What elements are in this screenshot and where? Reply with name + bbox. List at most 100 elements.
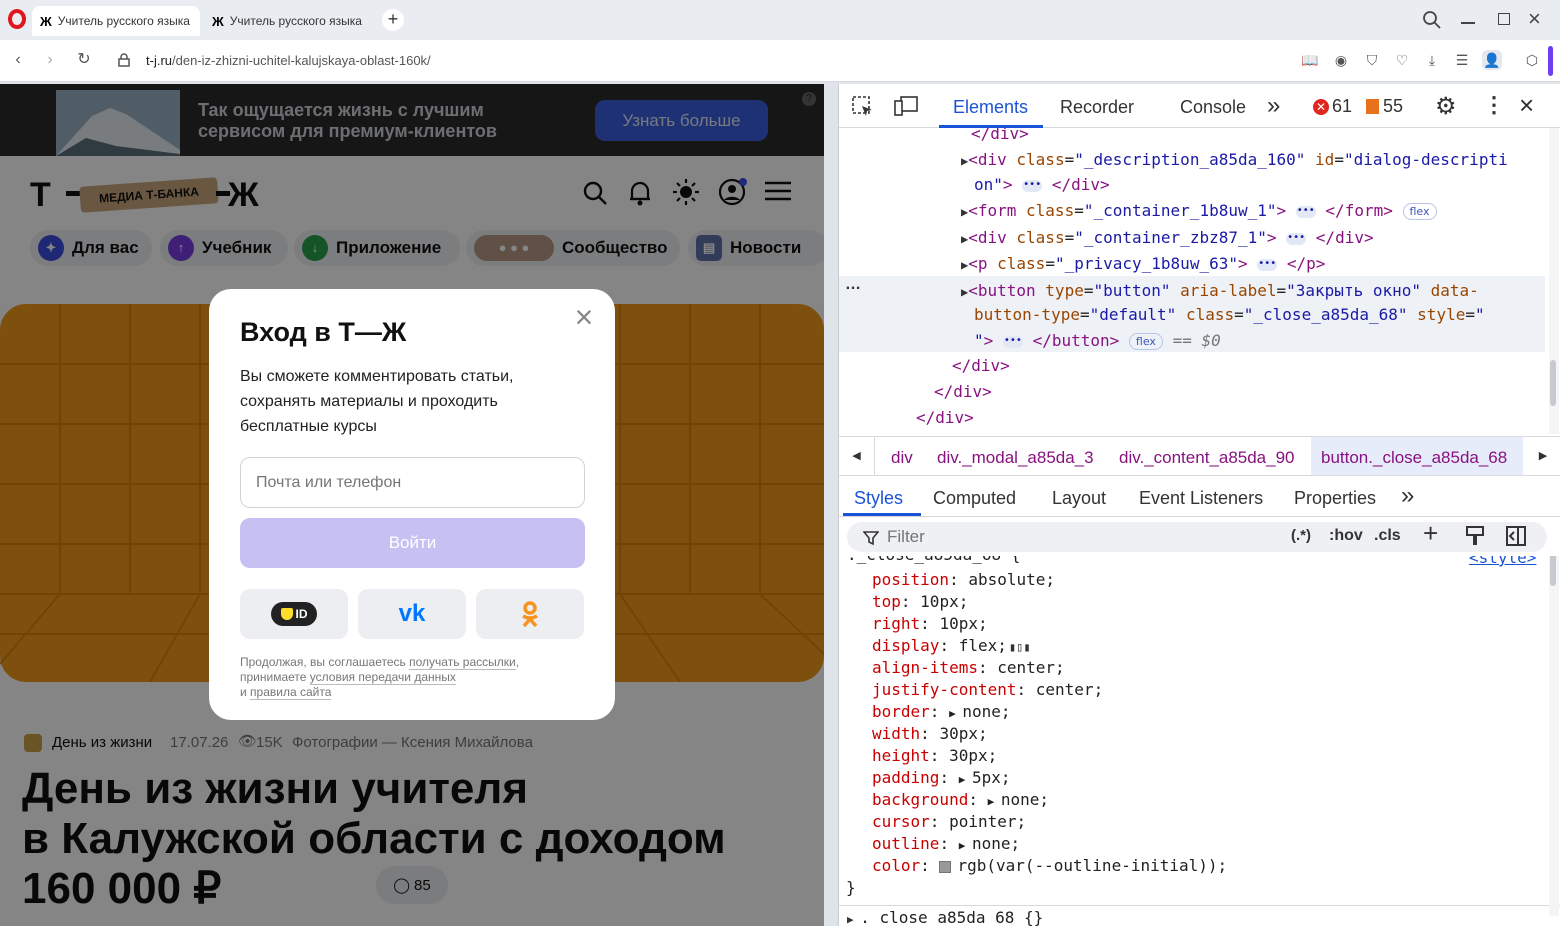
tinkoff-id-button[interactable]: ID (240, 589, 348, 639)
tab-elements[interactable]: Elements (953, 97, 1028, 118)
email-phone-input[interactable] (240, 457, 585, 508)
dom-line[interactable]: ▶<div class="_description_a85da_160" id=… (961, 150, 1508, 169)
css-property-row[interactable]: height: 30px; (872, 746, 997, 765)
collapsed-ellipsis[interactable]: ••• (1286, 232, 1307, 245)
css-property-name[interactable]: align-items (872, 658, 978, 677)
css-property-row[interactable]: outline: ▶ none; (872, 834, 1020, 853)
css-property-row[interactable]: position: absolute; (872, 570, 1055, 589)
dom-line[interactable]: ▶<form class="_container_1b8uw_1"> ••• <… (961, 201, 1437, 220)
inspect-element-icon[interactable] (851, 95, 875, 119)
tab-event-listeners[interactable]: Event Listeners (1139, 488, 1263, 509)
css-property-row[interactable]: top: 10px; (872, 592, 968, 611)
close-devtools-icon[interactable]: × (1519, 90, 1534, 121)
rule-source-link[interactable]: <style> (1469, 556, 1536, 567)
css-property-value[interactable]: pointer; (949, 812, 1026, 831)
css-property-row[interactable]: color: rgb(var(--outline-initial)); (872, 856, 1227, 875)
css-property-value[interactable]: 10px; (920, 592, 968, 611)
css-property-row[interactable]: align-items: center; (872, 658, 1065, 677)
dom-line[interactable]: </div> (952, 356, 1010, 375)
vk-button[interactable]: vk (358, 589, 466, 639)
login-submit-button[interactable]: Войти (240, 518, 585, 568)
tab-recorder[interactable]: Recorder (1060, 97, 1134, 118)
paint-brush-icon[interactable] (1465, 525, 1485, 547)
css-property-row[interactable]: width: 30px; (872, 724, 988, 743)
css-property-value[interactable]: none; (1001, 790, 1049, 809)
css-property-row[interactable]: border: ▶ none; (872, 702, 1010, 721)
css-property-value[interactable]: 30px; (939, 724, 987, 743)
color-swatch-icon[interactable] (939, 860, 952, 873)
device-toolbar-icon[interactable] (893, 95, 919, 117)
css-property-name[interactable]: top (872, 592, 901, 611)
collapsed-ellipsis[interactable]: ••• (1257, 258, 1278, 271)
css-property-value[interactable]: 10px; (939, 614, 987, 633)
easy-setup-icon[interactable]: ☰ (1452, 50, 1472, 70)
css-property-value[interactable]: 5px; (972, 768, 1011, 787)
css-property-row[interactable]: cursor: pointer; (872, 812, 1026, 831)
url-field[interactable]: t-j.ru/den-iz-zhizni-uchitel-kalujskaya-… (146, 53, 431, 68)
tab-inactive[interactable]: Ж Учитель русского языка (204, 6, 372, 36)
css-property-name[interactable]: justify-content (872, 680, 1017, 699)
close-icon[interactable]: × (569, 301, 599, 333)
settings-gear-icon[interactable]: ⚙ (1435, 92, 1457, 121)
breadcrumb-right-arrow[interactable]: ▶ (1525, 437, 1560, 475)
more-style-tabs-button[interactable]: » (1401, 482, 1414, 510)
kebab-menu-icon[interactable]: ⋮ (1483, 92, 1505, 118)
breadcrumb-left-arrow[interactable]: ◀ (839, 437, 875, 475)
warning-count[interactable]: 55 (1366, 96, 1403, 117)
search-tabs-icon[interactable] (1422, 10, 1442, 30)
breadcrumb-item[interactable]: div._content_a85da_90 (1119, 448, 1295, 468)
expand-triangle-icon[interactable]: ▶ (847, 913, 860, 926)
dom-line[interactable]: </div> (916, 408, 974, 427)
close-window-icon[interactable]: × (1528, 6, 1541, 32)
data-transfer-link[interactable]: условия передачи данных (309, 670, 456, 685)
node-actions-ellipsis[interactable]: … (845, 276, 861, 294)
css-property-row[interactable]: right: 10px; (872, 614, 988, 633)
dom-scrollbar-thumb[interactable] (1550, 360, 1556, 406)
css-property-row[interactable]: background: ▶ none; (872, 790, 1049, 809)
forward-icon[interactable]: › (40, 50, 60, 70)
css-property-row[interactable]: padding: ▶ 5px; (872, 768, 1010, 787)
collapsed-ellipsis[interactable]: ••• (1002, 335, 1023, 348)
css-property-name[interactable]: width (872, 724, 920, 743)
reader-mode-icon[interactable]: 📖 (1300, 50, 1320, 70)
rule-selector[interactable]: ._close_a85da_68 { (847, 556, 1020, 564)
dom-line[interactable]: </div> (971, 128, 1029, 143)
cls-toggle[interactable]: .cls (1374, 527, 1401, 545)
styles-filter-input[interactable] (887, 525, 1267, 549)
tab-console[interactable]: Console (1180, 97, 1246, 118)
css-property-value[interactable]: rgb(var(--outline-initial)); (957, 856, 1227, 875)
css-property-value[interactable]: center; (997, 658, 1064, 677)
tab-layout[interactable]: Layout (1052, 488, 1106, 509)
flex-badge[interactable]: flex (1402, 203, 1437, 220)
regex-toggle[interactable]: (.*) (1291, 527, 1311, 544)
dom-line[interactable]: "> ••• </button> flex == $0 (974, 331, 1221, 350)
newsletter-link[interactable]: получать рассылки (409, 655, 516, 670)
css-property-value[interactable]: 30px; (949, 746, 997, 765)
tab-styles[interactable]: Styles (854, 488, 903, 509)
maximize-icon[interactable] (1498, 13, 1510, 25)
next-rule-selector[interactable]: ▶ ._close_a85da_68 {} (847, 908, 1043, 926)
styles-scrollbar-thumb[interactable] (1550, 556, 1556, 586)
expand-triangle-icon[interactable]: ▶ (959, 773, 972, 786)
styles-scrollbar[interactable] (1549, 556, 1559, 916)
css-property-row[interactable]: display: flex; ▮▯▮ (872, 636, 1031, 655)
tab-active[interactable]: Ж Учитель русского языка (32, 6, 200, 36)
css-property-name[interactable]: background (872, 790, 968, 809)
flex-badge[interactable]: flex (1128, 333, 1163, 350)
css-property-name[interactable]: height (872, 746, 930, 765)
breadcrumb-item[interactable]: div (891, 448, 913, 468)
extension-cube-icon[interactable]: ⬡ (1522, 50, 1542, 70)
css-property-name[interactable]: display (872, 636, 939, 655)
download-icon[interactable]: ⤓ (1422, 50, 1442, 70)
dom-line[interactable]: ▶<div class="_container_zbz87_1"> ••• </… (961, 228, 1374, 247)
expand-triangle-icon[interactable]: ▶ (988, 795, 1001, 808)
css-property-row[interactable]: justify-content: center; (872, 680, 1103, 699)
error-count[interactable]: ✕ 61 (1313, 96, 1352, 117)
css-property-value[interactable]: absolute; (968, 570, 1055, 589)
shield-icon[interactable]: ⛉ (1362, 50, 1382, 70)
css-property-value[interactable]: none; (972, 834, 1020, 853)
dom-line[interactable]: </div> (934, 382, 992, 401)
tab-properties[interactable]: Properties (1294, 488, 1376, 509)
breadcrumb-item[interactable]: div._modal_a85da_3 (937, 448, 1094, 468)
hov-toggle[interactable]: :hov (1329, 527, 1363, 545)
